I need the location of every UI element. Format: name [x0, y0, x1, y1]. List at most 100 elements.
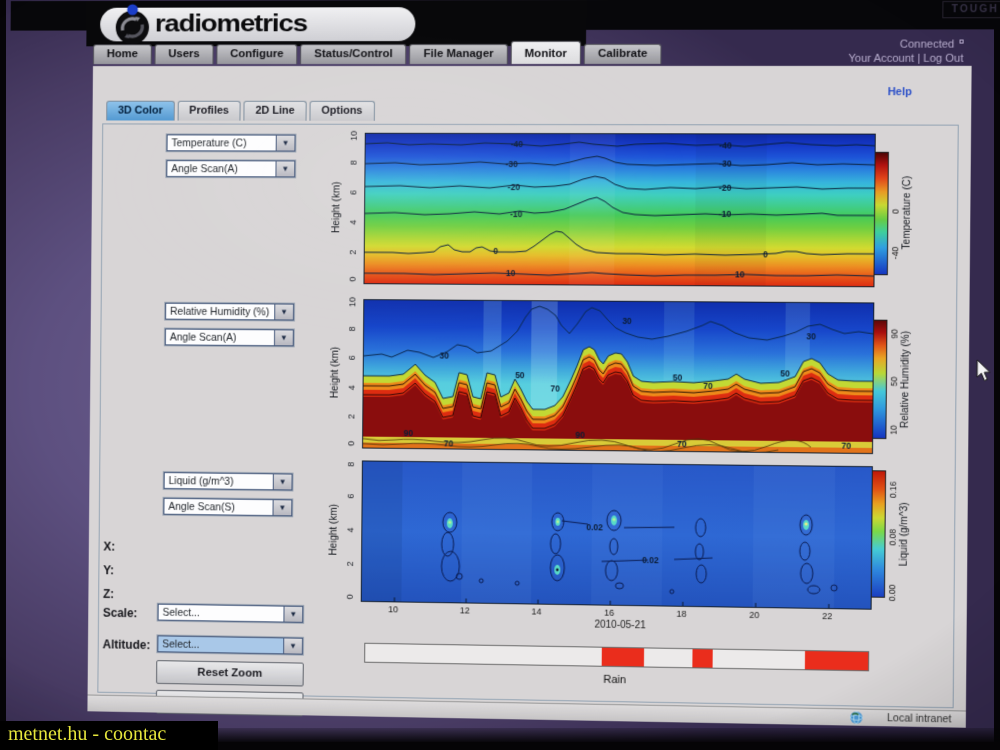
logo-plate: radiometrics — [100, 7, 415, 41]
plot1-ytick: 8 — [349, 160, 359, 165]
plot1-ytick: 0 — [348, 277, 358, 282]
connection-status: Connected — [900, 39, 955, 51]
plot2-ytick: 6 — [347, 355, 357, 360]
humidity-colorbar — [872, 320, 887, 439]
plot1-ytick: 6 — [348, 190, 358, 195]
globe-icon — [849, 710, 863, 724]
dropdown-arrow-icon[interactable]: ▼ — [272, 499, 292, 516]
logo-wordmark: radiometrics — [155, 12, 307, 39]
liquid-colorbar — [871, 470, 886, 598]
plot1-yticks: 10 8 6 4 2 0 — [347, 133, 360, 282]
plot1-parameter-value: Temperature (C) — [167, 134, 276, 151]
plot1-scan-value: Angle Scan(A) — [166, 160, 275, 177]
plot3-ytick: 6 — [346, 494, 356, 499]
plot3-ytick: 2 — [345, 561, 355, 566]
mouse-cursor — [976, 360, 993, 382]
plot2-scan-value: Angle Scan(A) — [165, 329, 274, 347]
dropdown-arrow-icon[interactable]: ▼ — [273, 473, 293, 490]
plot1-ylabel: Height (km) — [331, 182, 342, 233]
nav-tab[interactable]: Users — [155, 44, 214, 64]
plot2-ytick: 10 — [347, 297, 357, 307]
liquid-heatmap[interactable]: 0.020.02 — [361, 460, 873, 609]
colorbar-tick: 0 — [890, 209, 900, 214]
plot2-scan-select[interactable]: Angle Scan(A) ▼ — [164, 328, 295, 348]
plot2-parameter-value: Relative Humidity (%) — [165, 303, 274, 321]
plot2-yticks: 1086420 — [345, 299, 358, 446]
nav-tab[interactable]: Home — [93, 44, 152, 64]
nav-tab[interactable]: Configure — [216, 44, 297, 64]
plot2-ytick: 4 — [347, 385, 357, 390]
z-coordinate-label: Z: — [103, 587, 114, 601]
dropdown-arrow-icon[interactable]: ▼ — [283, 637, 303, 654]
rain-segment — [804, 651, 868, 670]
plot1-ytick: 4 — [348, 220, 358, 225]
nav-tab[interactable]: Monitor — [510, 41, 580, 64]
time-tick: 16 — [604, 608, 614, 618]
plot1-ytick: 10 — [349, 131, 359, 141]
link-divider: | — [917, 53, 920, 65]
altitude-select[interactable]: Select... ▼ — [156, 634, 304, 655]
plot2-colorbar-title: Relative Humidity (%) — [899, 331, 911, 428]
view-subtab[interactable]: Options — [309, 101, 374, 121]
plot2-ylabel: Height (km) — [329, 347, 340, 399]
rain-segment — [602, 648, 644, 667]
plot1-parameter-select[interactable]: Temperature (C) ▼ — [166, 133, 297, 152]
plot1-scan-select[interactable]: Angle Scan(A) ▼ — [165, 159, 296, 178]
colorbar-tick: 50 — [889, 377, 899, 387]
scale-value: Select... — [158, 604, 284, 623]
log-out-link[interactable]: Log Out — [923, 53, 963, 65]
plot3-parameter-value: Liquid (g/m^3) — [164, 472, 273, 490]
altitude-value: Select... — [157, 635, 283, 654]
nav-tab[interactable]: Calibrate — [584, 44, 662, 64]
humidity-heatmap[interactable]: 30303050505070709090707070 — [362, 299, 874, 454]
watermark-text: metnet.hu - coontac — [0, 721, 218, 750]
dropdown-arrow-icon[interactable]: ▼ — [274, 303, 294, 320]
radiometrics-swirl-icon — [110, 2, 155, 48]
plot3-parameter-select[interactable]: Liquid (g/m^3) ▼ — [163, 471, 294, 491]
scale-select[interactable]: Select... ▼ — [157, 603, 305, 624]
help-link[interactable]: Help — [888, 86, 912, 98]
plot3-scan-value: Angle Scan(S) — [163, 498, 272, 516]
photo-of-screen: TOUGH radiometrics HomeUsersConfigureSta… — [0, 0, 1000, 750]
nav-tab[interactable]: File Manager — [410, 44, 508, 64]
security-zone-label: Local intranet — [887, 712, 952, 725]
reset-zoom-button[interactable]: Reset Zoom — [156, 660, 304, 686]
rain-segment — [692, 649, 712, 667]
colorbar-tick: 0.00 — [887, 584, 897, 601]
rain-label: Rain — [603, 674, 626, 686]
dropdown-arrow-icon[interactable]: ▼ — [274, 329, 294, 346]
temperature-heatmap[interactable]: -40-40-30-30-20-20-10-10001010 — [363, 133, 875, 288]
main-nav-tabs: HomeUsersConfigureStatus/ControlFile Man… — [93, 44, 662, 64]
plot2-ytick: 0 — [346, 441, 356, 446]
colorbar-tick: -40 — [890, 247, 900, 259]
colorbar-tick: 10 — [888, 425, 898, 435]
y-coordinate-label: Y: — [103, 563, 114, 577]
plot2-parameter-select[interactable]: Relative Humidity (%) ▼ — [164, 302, 295, 322]
temperature-colorbar — [874, 152, 889, 275]
connected-icon — [960, 40, 964, 44]
logo-bar: radiometrics — [86, 0, 586, 46]
plot3-scan-select[interactable]: Angle Scan(S) ▼ — [162, 497, 293, 518]
monitor-bezel-brand: TOUGH — [942, 1, 1000, 18]
screen-content: TOUGH radiometrics HomeUsersConfigureSta… — [4, 0, 1000, 750]
dropdown-arrow-icon[interactable]: ▼ — [275, 160, 295, 177]
view-subtab[interactable]: 2D Line — [244, 101, 307, 121]
view-subtab[interactable]: Profiles — [177, 101, 240, 121]
plot1-colorbar-title: Temperature (C) — [901, 176, 913, 250]
colorbar-tick: 0.16 — [888, 481, 898, 498]
time-tick: 22 — [822, 611, 832, 621]
plot3-ytick: 0 — [345, 594, 355, 599]
colorbar-tick: 0.08 — [888, 528, 898, 545]
your-account-link[interactable]: Your Account — [848, 53, 914, 65]
plot1-ytick: 2 — [348, 250, 358, 255]
dropdown-arrow-icon[interactable]: ▼ — [276, 135, 296, 152]
time-tick: 12 — [460, 605, 470, 615]
view-subtabs: 3D ColorProfiles2D LineOptions — [106, 101, 374, 121]
view-subtab[interactable]: 3D Color — [106, 101, 174, 121]
scale-label: Scale: — [103, 606, 138, 620]
x-coordinate-label: X: — [103, 540, 115, 554]
nav-tab[interactable]: Status/Control — [300, 44, 406, 64]
plot2-ytick: 2 — [346, 414, 356, 419]
dropdown-arrow-icon[interactable]: ▼ — [283, 606, 303, 623]
plot3-ylabel: Height (km) — [328, 504, 339, 556]
